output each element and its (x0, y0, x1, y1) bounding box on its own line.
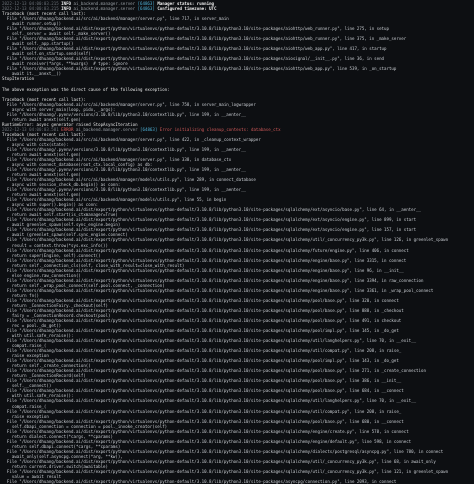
traceback-line: File "/Users/dhuang/backend.ai/dist/expo… (2, 398, 417, 404)
traceback-line: File "/Users/dhuang/backend.ai/dist/expo… (2, 247, 409, 253)
traceback-line: File "/Users/dhuang/backend.ai/dist/expo… (2, 418, 404, 424)
log-header: 2022-12-13 04:00:03.215 INFO ai_backend.… (2, 1, 472, 11)
log-tag: [64863] (137, 6, 155, 12)
log-message: Configured timezone: UTC (157, 6, 217, 12)
traceback-line: File "/Users/dhuang/backend.ai/dist/expo… (2, 428, 409, 434)
traceback-line: File "/Users/dhuang/backend.ai/dist/expo… (2, 478, 397, 484)
traceback-line: File "/Users/dhuang/backend.ai/dist/expo… (2, 257, 407, 263)
traceback-line: File "/Users/dhuang/backend.ai/dist/expo… (2, 438, 412, 444)
traceback-line: File "/Users/dhuang/backend.ai/dist/expo… (2, 338, 417, 344)
log-message: Error initializing cleanup_contexts: dat… (159, 126, 281, 132)
traceback-line: File "/Users/dhuang/backend.ai/dist/expo… (2, 287, 434, 293)
traceback-line: File "/Users/dhuang/backend.ai/dist/expo… (2, 468, 449, 474)
traceback-line: File "/Users/dhuang/backend.ai/dist/expo… (2, 267, 404, 273)
traceback-block: Traceback (most recent call last): File … (2, 132, 472, 484)
traceback-line: File "/Users/dhuang/backend.ai/dist/expo… (2, 277, 424, 283)
terminal-window[interactable]: 2022-12-13 04:00:03.215 INFO ai_backend.… (0, 0, 474, 484)
traceback-block: Traceback (most recent call last): File … (2, 11, 472, 127)
traceback-line: File "/Users/dhuang/backend.ai/dist/expo… (2, 237, 449, 243)
log-tag: [64863] (140, 126, 158, 132)
